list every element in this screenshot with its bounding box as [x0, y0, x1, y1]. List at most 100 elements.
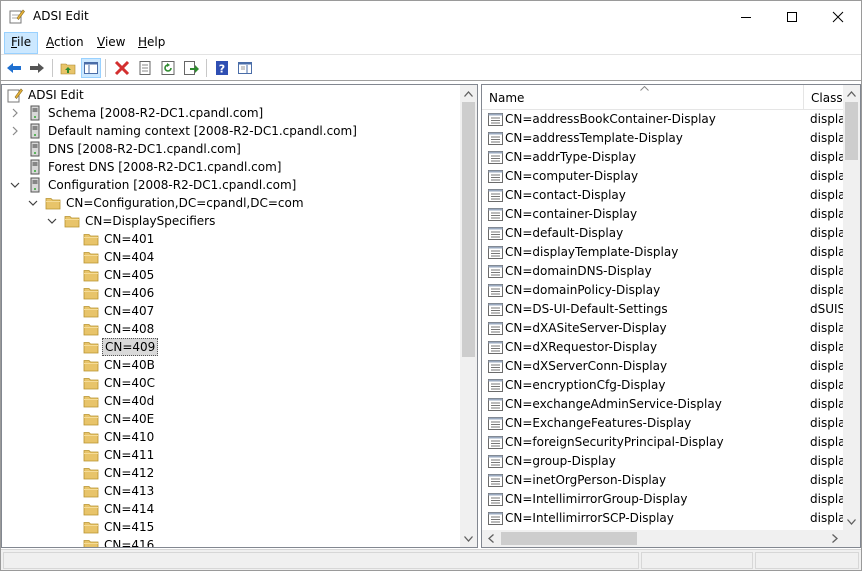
tree-node[interactable]: Default naming context [2008-R2-DC1.cpan…	[2, 122, 458, 140]
tree-node[interactable]: ADSI Edit	[2, 86, 458, 104]
list-hscroll-thumb[interactable]	[501, 532, 637, 545]
list-item[interactable]: CN=dXServerConn-Display displa	[482, 357, 846, 376]
list-item[interactable]: CN=ExchangeFeatures-Display displa	[482, 414, 846, 433]
tree-node[interactable]: CN=401	[2, 230, 458, 248]
scroll-right-button[interactable]	[826, 530, 843, 547]
tree-node[interactable]: CN=413	[2, 482, 458, 500]
list-item[interactable]: CN=IntellimirrorGroup-Display displa	[482, 490, 846, 509]
back-button[interactable]	[4, 58, 24, 78]
help-button[interactable]: ?	[212, 58, 232, 78]
tree-scroll-thumb[interactable]	[462, 102, 475, 357]
list-item[interactable]: CN=default-Display displa	[482, 224, 846, 243]
list-item[interactable]: CN=addressBookContainer-Display displa	[482, 110, 846, 129]
column-header-name[interactable]: Name	[482, 85, 802, 110]
tree-node[interactable]: CN=40C	[2, 374, 458, 392]
list-item[interactable]: CN=domainDNS-Display displa	[482, 262, 846, 281]
tree-node[interactable]: Forest DNS [2008-R2-DC1.cpandl.com]	[2, 158, 458, 176]
refresh-icon	[161, 61, 175, 75]
action-pane-icon	[238, 62, 252, 74]
tree-node[interactable]: CN=406	[2, 284, 458, 302]
properties-button[interactable]	[135, 58, 155, 78]
list-item[interactable]: CN=container-Display displa	[482, 205, 846, 224]
list-horizontal-scrollbar[interactable]	[482, 530, 843, 547]
column-header-class[interactable]: Class	[804, 85, 844, 110]
adsi-edit-icon	[7, 88, 23, 103]
title-bar[interactable]: ADSI Edit	[1, 1, 861, 32]
tree-node[interactable]: DNS [2008-R2-DC1.cpandl.com]	[2, 140, 458, 158]
menu-help[interactable]: Help	[132, 32, 171, 54]
tree-node[interactable]: CN=40d	[2, 392, 458, 410]
delete-button[interactable]	[112, 58, 132, 78]
tree-node[interactable]: CN=405	[2, 266, 458, 284]
console-tree[interactable]: ADSI Edit Schema [2008-R2-DC1.cpandl.com]…	[1, 84, 478, 548]
scroll-left-button[interactable]	[482, 530, 499, 547]
tree-node[interactable]: Configuration [2008-R2-DC1.cpandl.com]	[2, 176, 458, 194]
maximize-button[interactable]	[769, 1, 815, 32]
tree-node[interactable]: CN=409	[2, 338, 458, 356]
list-item[interactable]: CN=computer-Display displa	[482, 167, 846, 186]
list-item[interactable]: CN=domainPolicy-Display displa	[482, 281, 846, 300]
details-list[interactable]: Name Class CN=addressBookContainer-Displ…	[481, 84, 861, 548]
list-item[interactable]: CN=addressTemplate-Display displa	[482, 129, 846, 148]
menu-file[interactable]: File	[4, 32, 39, 54]
scroll-up-button[interactable]	[843, 85, 860, 102]
tree-node[interactable]: CN=408	[2, 320, 458, 338]
tree-vertical-scrollbar[interactable]	[460, 85, 477, 547]
up-level-button[interactable]	[58, 58, 78, 78]
list-item[interactable]: CN=dXASiteServer-Display displa	[482, 319, 846, 338]
tree-node[interactable]: CN=404	[2, 248, 458, 266]
list-item[interactable]: CN=foreignSecurityPrincipal-Display displ…	[482, 433, 846, 452]
list-scroll-thumb[interactable]	[845, 102, 858, 160]
tree-node[interactable]: CN=414	[2, 500, 458, 518]
chevron-down-icon[interactable]	[10, 180, 20, 190]
list-item[interactable]: CN=dXRequestor-Display displa	[482, 338, 846, 357]
folder-icon	[83, 396, 99, 408]
chevron-down-icon[interactable]	[47, 216, 57, 226]
menu-action[interactable]: Action	[40, 32, 90, 54]
refresh-button[interactable]	[158, 58, 178, 78]
close-button[interactable]	[815, 1, 861, 32]
list-item[interactable]: CN=DS-UI-Default-Settings dSUISe	[482, 300, 853, 319]
folder-icon	[83, 306, 99, 318]
scroll-up-button[interactable]	[460, 85, 477, 102]
chevron-right-icon[interactable]	[10, 108, 20, 118]
export-list-button[interactable]	[181, 58, 201, 78]
tree-node[interactable]: CN=40B	[2, 356, 458, 374]
display-specifier-icon	[488, 265, 503, 278]
display-specifier-icon	[488, 170, 503, 183]
list-item[interactable]: CN=addrType-Display displa	[482, 148, 846, 167]
scroll-down-button[interactable]	[460, 530, 477, 547]
list-item-class: displa	[810, 416, 846, 430]
tree-node[interactable]: CN=407	[2, 302, 458, 320]
list-item[interactable]: CN=displayTemplate-Display displa	[482, 243, 846, 262]
list-item-class: displa	[810, 473, 846, 487]
minimize-button[interactable]	[723, 1, 769, 32]
forward-button[interactable]	[27, 58, 47, 78]
tree-node[interactable]: CN=410	[2, 428, 458, 446]
tree-node[interactable]: CN=412	[2, 464, 458, 482]
list-vertical-scrollbar[interactable]	[843, 85, 860, 530]
tree-node[interactable]: Schema [2008-R2-DC1.cpandl.com]	[2, 104, 458, 122]
tree-node[interactable]: CN=411	[2, 446, 458, 464]
list-item-class: displa	[810, 264, 846, 278]
show-hide-action-pane-button[interactable]	[235, 58, 255, 78]
list-item[interactable]: CN=encryptionCfg-Display displa	[482, 376, 846, 395]
chevron-down-icon[interactable]	[28, 198, 38, 208]
list-item[interactable]: CN=exchangeAdminService-Display displa	[482, 395, 846, 414]
list-item-class: displa	[810, 131, 846, 145]
tree-node[interactable]: CN=416	[2, 536, 458, 547]
list-item[interactable]: CN=IntellimirrorSCP-Display displa	[482, 509, 846, 528]
tree-node[interactable]: CN=DisplaySpecifiers	[2, 212, 458, 230]
tree-node[interactable]: CN=Configuration,DC=cpandl,DC=com	[2, 194, 458, 212]
chevron-right-icon[interactable]	[10, 126, 20, 136]
tree-node[interactable]: CN=40E	[2, 410, 458, 428]
menu-view[interactable]: View	[91, 32, 131, 54]
tree-node[interactable]: CN=415	[2, 518, 458, 536]
list-item[interactable]: CN=contact-Display displa	[482, 186, 846, 205]
close-icon	[832, 11, 844, 22]
folder-icon	[83, 468, 99, 480]
scroll-down-button[interactable]	[843, 513, 860, 530]
list-item[interactable]: CN=group-Display displa	[482, 452, 846, 471]
list-item[interactable]: CN=inetOrgPerson-Display displa	[482, 471, 846, 490]
show-hide-console-tree-button[interactable]	[81, 58, 101, 78]
